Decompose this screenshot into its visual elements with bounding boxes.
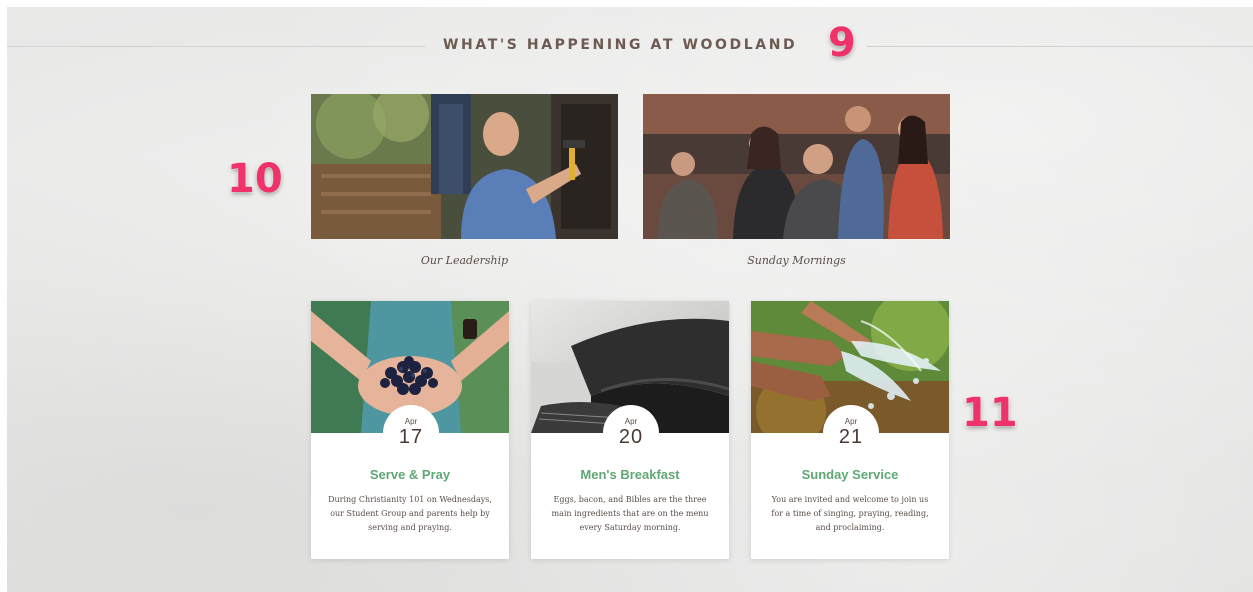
section-header: WHAT'S HAPPENING AT WOODLAND [7,35,1253,59]
event-description: During Christianity 101 on Wednesdays, o… [328,495,492,532]
annotation-callout: 9 [827,20,857,66]
congregation-greeting-photo[interactable] [643,94,950,239]
event-title[interactable]: Serve & Pray [311,467,509,482]
event-title[interactable]: Sunday Service [751,467,949,482]
event-date-badge: Apr 17 [383,405,439,461]
feature-card-leadership[interactable]: Our Leadership [311,94,618,267]
event-date-badge: Apr 21 [823,405,879,461]
event-month: Apr [844,417,858,426]
section-title: WHAT'S HAPPENING AT WOODLAND [443,37,798,53]
annotation-callout: 10 [226,156,284,202]
divider-right [867,46,1253,47]
event-card-serve-pray[interactable]: Apr 17 Serve & Pray During Christianity … [311,301,509,559]
event-day: 20 [618,426,644,448]
event-description: You are invited and welcome to join us f… [771,495,929,532]
event-title[interactable]: Men's Breakfast [531,467,729,482]
feature-caption[interactable]: Our Leadership [311,254,618,267]
feature-card-sunday-mornings[interactable]: Sunday Mornings [643,94,950,267]
event-date-badge: Apr 20 [603,405,659,461]
page-canvas: WHAT'S HAPPENING AT WOODLAND 9 10 11 Our… [7,7,1253,592]
event-day: 17 [398,426,424,448]
event-card-sunday-service[interactable]: Apr 21 Sunday Service You are invited an… [751,301,949,559]
volunteer-with-hammer-photo[interactable] [311,94,618,239]
event-month: Apr [404,417,418,426]
event-month: Apr [624,417,638,426]
event-description: Eggs, bacon, and Bibles are the three ma… [551,495,709,532]
feature-caption[interactable]: Sunday Mornings [643,254,950,267]
annotation-callout: 11 [961,390,1019,436]
divider-left [7,46,425,47]
event-day: 21 [838,426,864,448]
event-card-mens-breakfast[interactable]: Apr 20 Men's Breakfast Eggs, bacon, and … [531,301,729,559]
